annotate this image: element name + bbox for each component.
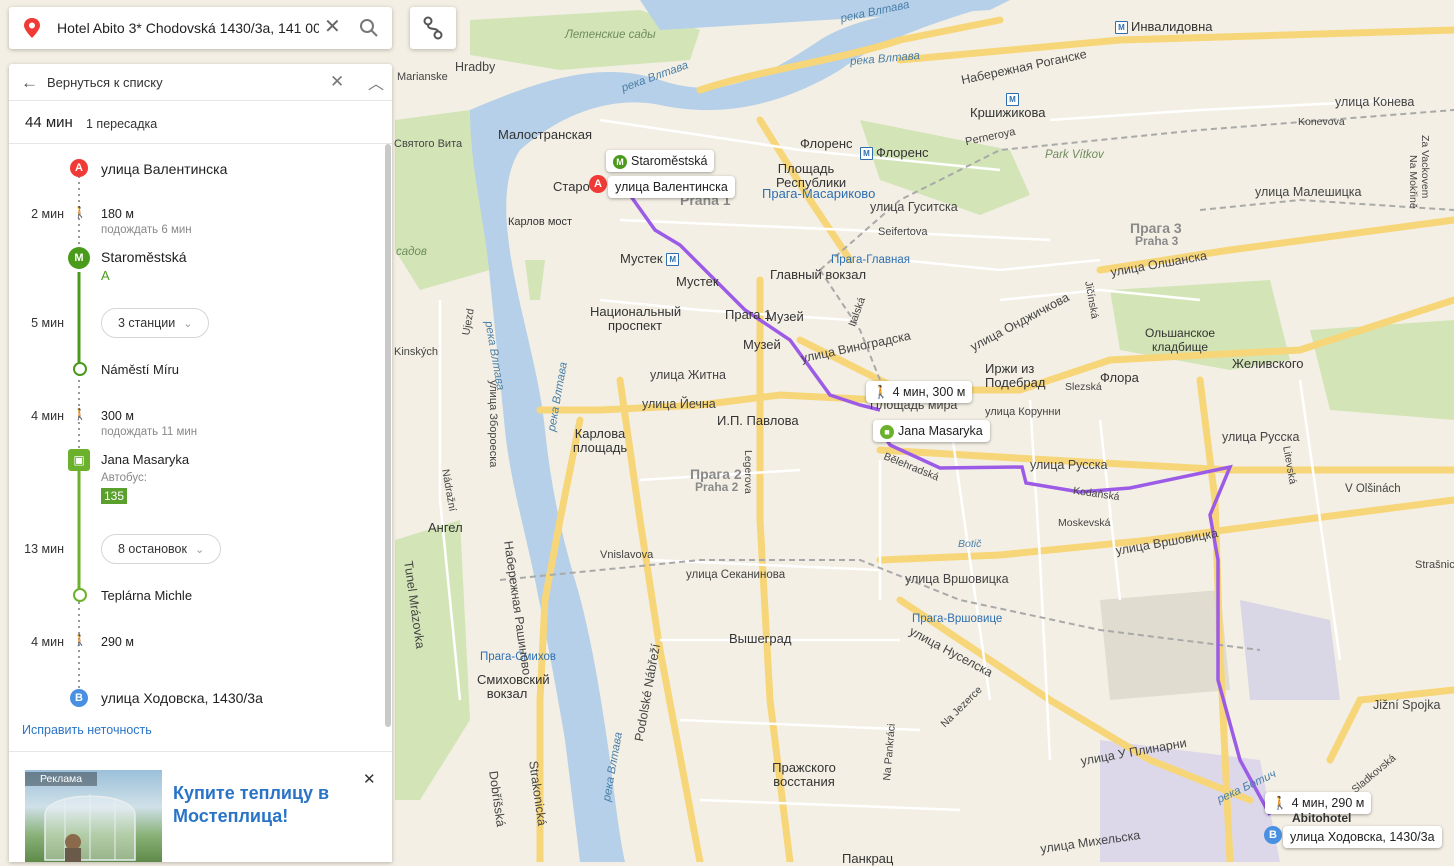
walk3-time: 4 мин <box>31 635 64 649</box>
report-error-link[interactable]: Исправить неточность <box>22 723 152 737</box>
bus-type-label: Автобус: <box>101 472 147 484</box>
bus-exit-dot <box>73 588 87 602</box>
search-input[interactable]: Hotel Abito 3* Chodovská 1430/3a, 141 00 <box>57 20 319 36</box>
route-end-bubble[interactable]: улица Ходовска, 1430/3а <box>1283 826 1442 848</box>
metro-stations-toggle[interactable]: 3 станции ⌄ <box>101 308 210 338</box>
rail-yard <box>1100 590 1230 700</box>
metro-line: A <box>101 268 110 283</box>
route-end-marker[interactable]: B <box>1264 826 1282 844</box>
walk-icon: 🚶 <box>73 635 87 647</box>
back-to-list-link[interactable]: Вернуться к списку <box>47 75 163 90</box>
start-marker: A <box>70 159 88 177</box>
walk2-time: 4 мин <box>31 409 64 423</box>
bus-stop-title: Jana Masaryka <box>101 452 190 467</box>
back-arrow-icon[interactable]: ← <box>21 73 38 93</box>
bus-exit-title: Teplárna Michle <box>101 588 193 603</box>
bus-stop-bubble[interactable]: ■ Jana Masaryka <box>873 420 990 442</box>
walk-icon: 🚶 <box>1272 796 1288 810</box>
metro-stations-count: 3 станции <box>118 316 176 330</box>
bus-stops-toggle[interactable]: 8 остановок ⌄ <box>101 534 222 564</box>
route-duration: 44 мин <box>25 114 73 131</box>
clear-search-icon[interactable]: ✕ <box>324 17 341 37</box>
start-title: улица Валентинска <box>101 161 228 177</box>
bus-stops-count: 8 остановок <box>118 542 187 556</box>
walk2-distance: 300 м <box>101 409 134 423</box>
walk-segment-label: 4 мин, 300 м <box>892 385 966 399</box>
greenhouse-image <box>44 794 136 862</box>
park-east <box>1310 320 1454 420</box>
route-start-bubble[interactable]: улица Валентинска <box>608 176 735 198</box>
metro-stop-title: Staroměstská <box>101 249 187 265</box>
metro-station-bubble[interactable]: M Staroměstská <box>606 150 715 172</box>
walk3-distance: 290 м <box>101 635 134 649</box>
walk1-wait: подождать 6 мин <box>101 224 192 236</box>
walk2-wait: подождать 11 мин <box>101 426 198 438</box>
ad-block[interactable]: Реклама Купите теплицу в Мостеплица! ✕ <box>9 751 392 862</box>
walk-end-bubble[interactable]: 🚶 4 мин, 290 м <box>1265 792 1372 814</box>
walk-segment-bubble[interactable]: 🚶 4 мин, 300 м <box>866 381 973 403</box>
bus-stop-name: Jana Masaryka <box>898 424 983 438</box>
ad-title[interactable]: Купите теплицу в Мостеплица! <box>173 782 343 828</box>
chevron-down-icon: ⌄ <box>194 544 205 556</box>
route-transfers: 1 пересадка <box>86 117 158 131</box>
ride2-time: 13 мин <box>24 542 64 556</box>
walk-icon: 🚶 <box>73 207 87 219</box>
chevron-up-icon[interactable]: ︿ <box>368 70 384 94</box>
search-icon[interactable] <box>359 18 379 38</box>
close-ad-icon[interactable]: ✕ <box>363 770 376 788</box>
walk-end-label: 4 мин, 290 м <box>1291 796 1365 810</box>
ride1-time: 5 мин <box>31 316 64 330</box>
bus-number-badge[interactable]: 135 <box>101 488 128 504</box>
end-marker: B <box>70 689 88 707</box>
walk1-distance: 180 м <box>101 207 134 221</box>
panel-header: ← Вернуться к списку ✕ ︿ <box>9 64 392 101</box>
metro-exit-dot <box>73 362 87 376</box>
bus-icon: ▣ <box>68 449 90 471</box>
panel-scrollbar[interactable] <box>385 144 391 727</box>
metro-icon: M <box>68 247 90 269</box>
close-icon[interactable]: ✕ <box>330 72 344 92</box>
metro-icon: M <box>613 155 627 169</box>
bus-icon: ■ <box>880 425 894 439</box>
end-title: улица Ходовска, 1430/3а <box>101 690 263 706</box>
route-start-marker[interactable]: A <box>589 175 607 193</box>
routes-button[interactable] <box>410 7 456 49</box>
walk-icon: 🚶 <box>73 409 87 421</box>
chevron-down-icon: ⌄ <box>183 318 193 330</box>
metro-exit-title: Náměstí Míru <box>101 362 180 377</box>
walk-icon: 🚶 <box>873 385 889 399</box>
map-pin-icon <box>24 18 40 38</box>
walk1-time: 2 мин <box>31 207 64 221</box>
route-icon <box>423 16 443 40</box>
ad-image[interactable]: Реклама <box>25 770 162 862</box>
route-summary[interactable]: 44 мин 1 пересадка <box>9 101 392 144</box>
route-panel: ← Вернуться к списку ✕ ︿ 44 мин 1 переса… <box>9 64 392 862</box>
metro-station-name: Staroměstská <box>631 154 708 168</box>
search-bar[interactable]: Hotel Abito 3* Chodovská 1430/3a, 141 00… <box>9 7 392 49</box>
